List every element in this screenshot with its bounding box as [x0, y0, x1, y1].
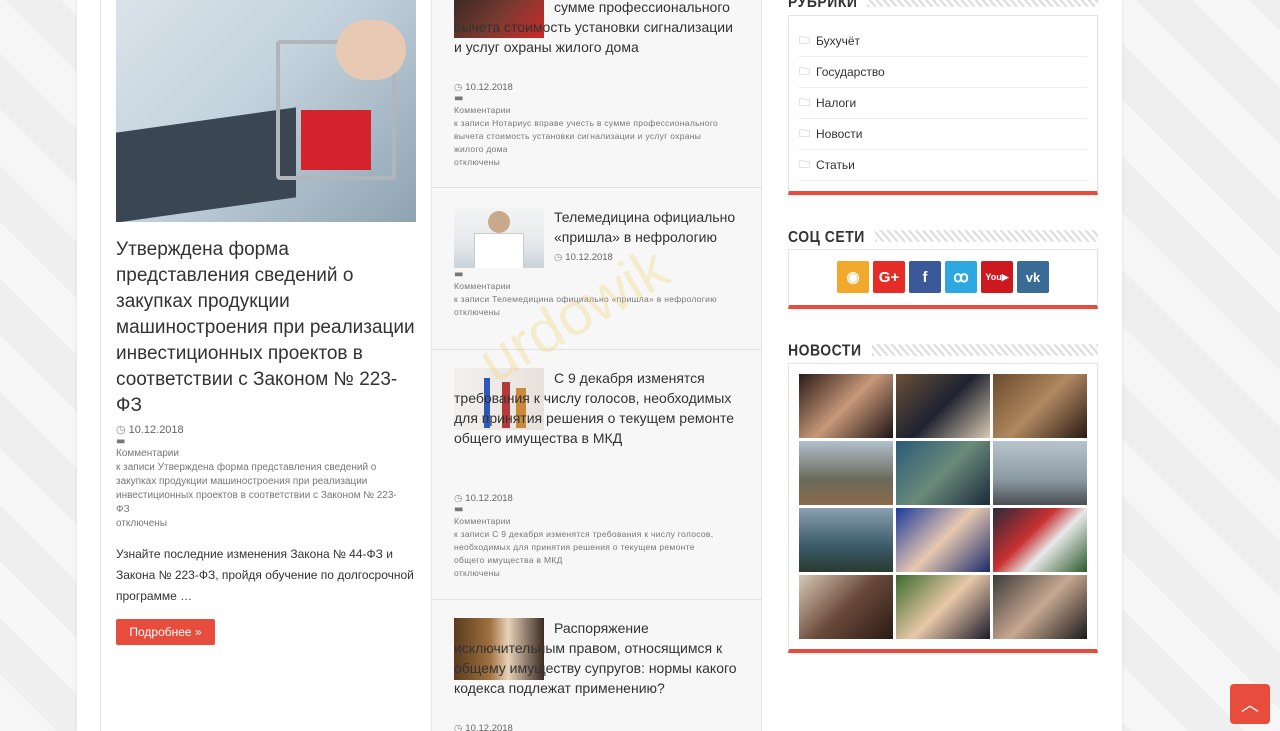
youtube-icon[interactable]: You▶: [981, 261, 1013, 293]
lead-post-meta: ◷ 10.12.2018 ▬ Комментарии к записи Утвер…: [116, 423, 406, 531]
lead-post-excerpt: Узнайте последние изменения Закона № 44-…: [116, 547, 414, 603]
folder-icon: 🗀: [799, 127, 810, 140]
news-thumbnail[interactable]: [993, 374, 1087, 438]
clock-icon: ◷: [454, 493, 463, 504]
news-thumbnail[interactable]: [993, 441, 1087, 505]
folder-icon: 🗀: [799, 65, 810, 78]
comment-icon: ▬: [454, 504, 464, 515]
post-thumbnail[interactable]: [454, 207, 544, 268]
comment-icon: ▬: [454, 93, 464, 104]
chevron-up-icon: ︿: [1241, 695, 1259, 716]
post-date: ◷ 10.12.2018: [454, 493, 513, 504]
comments-status: отключены: [116, 518, 168, 529]
news-thumbnail[interactable]: [896, 441, 990, 505]
comment-icon: ▬: [454, 269, 464, 280]
folder-icon: 🗀: [799, 34, 810, 47]
categories-widget: Рубрики: [788, 0, 1098, 10]
comments-text: к записи Нотариус вправе учесть в сумме …: [454, 118, 719, 154]
lead-post-image[interactable]: [116, 0, 416, 222]
news-thumbnail[interactable]: [799, 508, 893, 572]
post-title[interactable]: сумме профессионального вычета стоимость…: [454, 0, 744, 57]
folder-icon: 🗀: [799, 158, 810, 171]
facebook-icon[interactable]: f: [909, 261, 941, 293]
news-thumbnail[interactable]: [799, 575, 893, 639]
categories-heading: Рубрики: [788, 0, 1098, 10]
list-item: Телемедицина официально «пришла» в нефро…: [432, 188, 762, 350]
post-date: ◷ 10.12.2018: [554, 252, 613, 263]
comments-label: Комментарии: [454, 281, 511, 291]
category-item-buhuchet[interactable]: 🗀 Бухучёт: [799, 26, 1087, 57]
rss-icon[interactable]: ◉: [837, 261, 869, 293]
post-title[interactable]: Телемедицина официально «пришла» в нефро…: [554, 207, 749, 247]
comments-status: отключены: [454, 157, 501, 167]
comments-status: отключены: [454, 307, 501, 317]
list-item: Распоряжение исключительным правом, отно…: [432, 600, 762, 731]
news-thumbnail[interactable]: [896, 374, 990, 438]
news-thumbnail[interactable]: [799, 374, 893, 438]
comments-label: Комментарии: [454, 516, 511, 526]
news-heading: Новости: [788, 341, 1098, 359]
comments-status: отключены: [454, 568, 501, 578]
list-item: С 9 декабря изменятся требования к числу…: [432, 350, 762, 600]
list-item: сумме профессионального вычета стоимость…: [432, 0, 762, 188]
category-item-nalogi[interactable]: 🗀 Налоги: [799, 88, 1087, 119]
news-thumbnail[interactable]: [896, 508, 990, 572]
comments-text: к записи Утверждена форма представления …: [116, 462, 397, 515]
post-date: ◷ 10.12.2018: [454, 723, 513, 731]
news-thumbnail[interactable]: [799, 441, 893, 505]
category-item-novosti[interactable]: 🗀 Новости: [799, 119, 1087, 150]
social-widget: Соц сети: [788, 227, 1098, 245]
news-thumbnail[interactable]: [993, 508, 1087, 572]
lead-post-title[interactable]: Утверждена форма представления сведений …: [116, 237, 421, 419]
post-title[interactable]: С 9 декабря изменятся требования к числу…: [454, 368, 744, 448]
comments-label: Комментарии: [454, 105, 511, 115]
clock-icon: ◷: [116, 424, 126, 436]
category-item-stati[interactable]: 🗀 Статьи: [799, 150, 1087, 181]
post-date: ◷ 10.12.2018: [116, 424, 184, 436]
post-title[interactable]: Распоряжение исключительным правом, отно…: [454, 618, 744, 698]
vk-icon[interactable]: vk: [1017, 261, 1049, 293]
clock-icon: ◷: [454, 82, 463, 93]
read-more-button[interactable]: Подробнее »: [116, 619, 215, 645]
comments-label: Комментарии: [116, 448, 179, 459]
categories-list: 🗀 Бухучёт 🗀 Государство 🗀 Налоги 🗀 Новости 🗀…: [788, 15, 1098, 195]
news-widget: Новости: [788, 341, 1098, 359]
folder-icon: 🗀: [799, 96, 810, 109]
comments-text: к записи С 9 декабря изменятся требовани…: [454, 529, 714, 565]
clock-icon: ◷: [454, 723, 463, 731]
social-box: ◉ G+ f ꝏ You▶ vk: [788, 249, 1098, 309]
twitter-icon[interactable]: ꝏ: [945, 261, 977, 293]
news-thumbnail[interactable]: [993, 575, 1087, 639]
social-heading: Соц сети: [788, 227, 1098, 245]
google-plus-icon[interactable]: G+: [873, 261, 905, 293]
category-item-gosudarstvo[interactable]: 🗀 Государство: [799, 57, 1087, 88]
news-thumbnail[interactable]: [896, 575, 990, 639]
post-date: ◷ 10.12.2018: [454, 82, 513, 93]
clock-icon: ◷: [554, 252, 563, 263]
comments-text: к записи Телемедицина официально «пришла…: [454, 294, 717, 304]
comment-icon: ▬: [116, 436, 126, 447]
scroll-to-top-button[interactable]: ︿: [1230, 684, 1270, 724]
news-box: [788, 363, 1098, 653]
